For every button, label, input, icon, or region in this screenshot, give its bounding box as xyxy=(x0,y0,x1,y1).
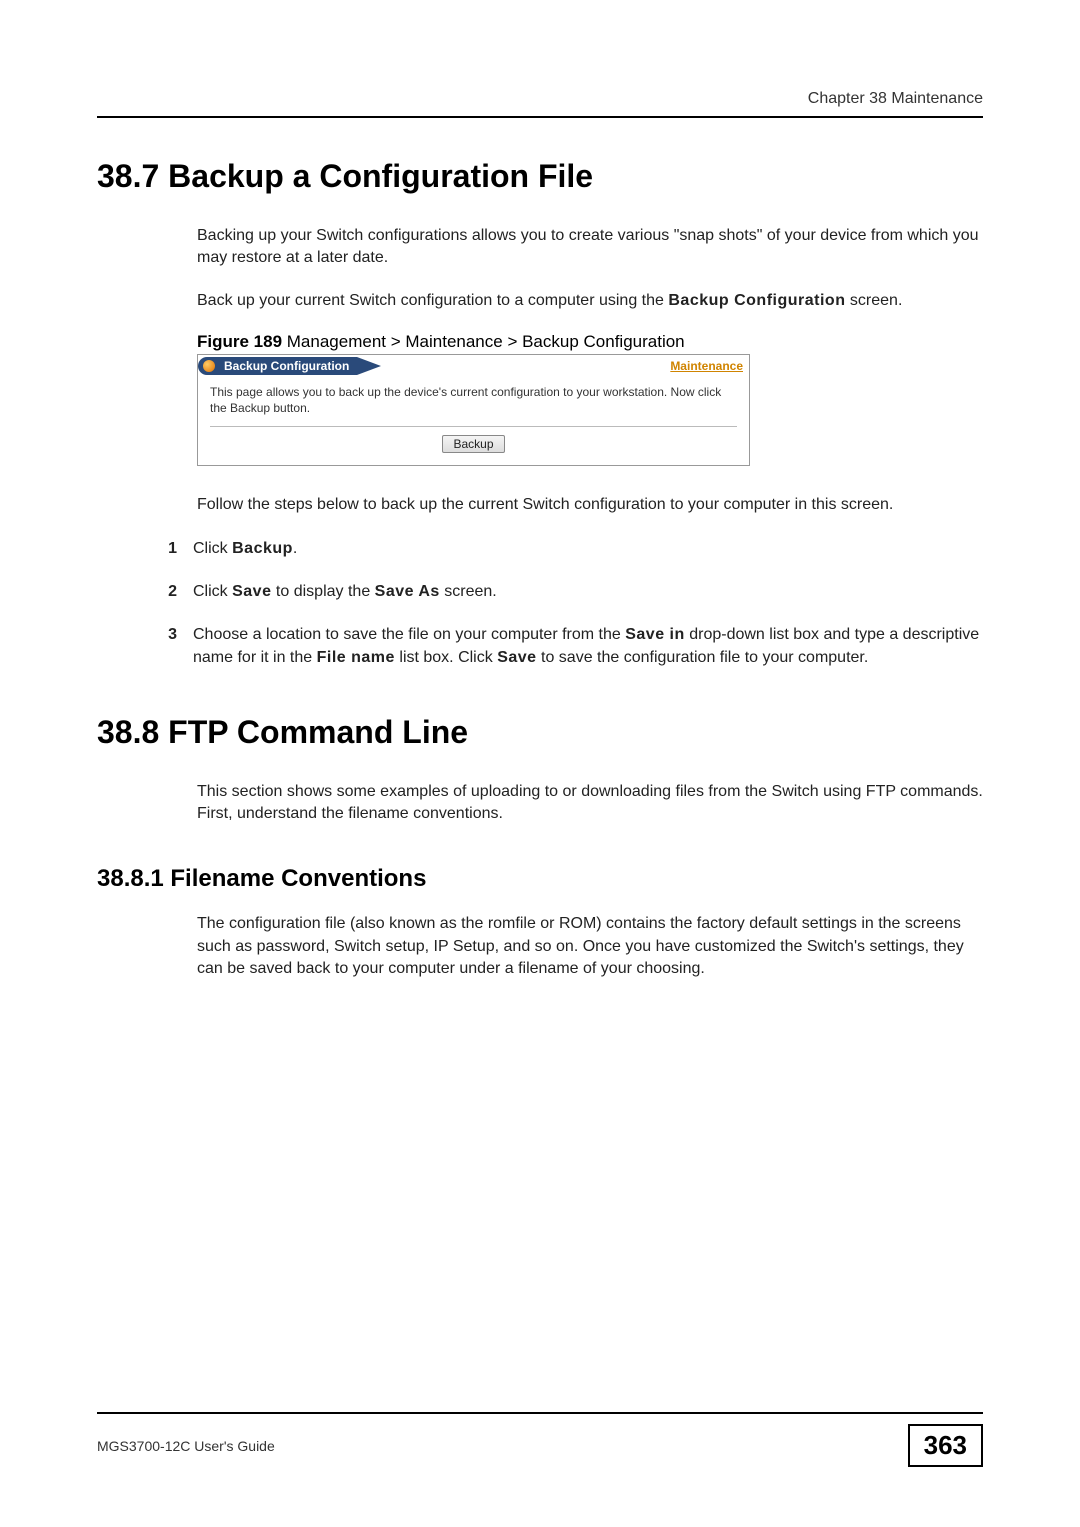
step-1: 1 Click Backup. xyxy=(197,537,983,560)
section-heading-38-7: 38.7 Backup a Configuration File xyxy=(97,158,983,195)
ui-term-backup-configuration: Backup Configuration xyxy=(668,292,845,309)
step-2: 2 Click Save to display the Save As scre… xyxy=(197,580,983,603)
maintenance-link[interactable]: Maintenance xyxy=(670,359,743,373)
footer-rule xyxy=(97,1412,983,1414)
subsection-heading-38-8-1: 38.8.1 Filename Conventions xyxy=(97,865,983,893)
ui-term-backup: Backup xyxy=(232,540,293,557)
step-text: Click Backup. xyxy=(193,537,297,560)
text: screen. xyxy=(440,583,497,600)
header-rule xyxy=(97,116,983,118)
text: to display the xyxy=(271,583,374,600)
backup-button[interactable]: Backup xyxy=(442,435,504,453)
ui-term-save: Save xyxy=(232,583,271,600)
numbered-steps: 1 Click Backup. 2 Click Save to display … xyxy=(197,537,983,670)
ui-term-save-as: Save As xyxy=(375,583,440,600)
screenshot-body: This page allows you to back up the devi… xyxy=(198,375,749,465)
backup-button-row: Backup xyxy=(210,435,737,453)
text: . xyxy=(293,540,297,557)
ui-term-save2: Save xyxy=(497,649,536,666)
tab-title: Backup Configuration xyxy=(220,357,357,375)
text: to save the configuration file to your c… xyxy=(537,649,869,666)
tab-left-cap xyxy=(198,357,220,375)
step-number: 2 xyxy=(161,580,177,603)
text: list box. Click xyxy=(395,649,497,666)
text: Click xyxy=(193,583,232,600)
guide-name: MGS3700-12C User's Guide xyxy=(97,1438,275,1454)
tab-shape: Backup Configuration xyxy=(198,356,381,376)
para-38-8-1: This section shows some examples of uplo… xyxy=(197,781,983,826)
tab-right-cap xyxy=(357,357,381,375)
page-number: 363 xyxy=(908,1424,983,1467)
para-text: Back up your current Switch configuratio… xyxy=(197,292,668,309)
para-38-7-3: Follow the steps below to back up the cu… xyxy=(197,494,983,516)
tab-icon xyxy=(203,360,215,372)
step-3: 3 Choose a location to save the file on … xyxy=(197,623,983,669)
step-number: 1 xyxy=(161,537,177,560)
screenshot-header: Backup Configuration Maintenance xyxy=(198,355,749,375)
figure-label: Figure 189 xyxy=(197,332,282,351)
para-38-8-1-1: The configuration file (also known as th… xyxy=(197,913,983,980)
text: Choose a location to save the file on yo… xyxy=(193,626,625,643)
page-footer: MGS3700-12C User's Guide 363 xyxy=(97,1412,983,1467)
figure-caption-text: Management > Maintenance > Backup Config… xyxy=(282,332,685,351)
section-heading-38-8: 38.8 FTP Command Line xyxy=(97,714,983,751)
step-text: Choose a location to save the file on yo… xyxy=(193,623,983,669)
screenshot-divider xyxy=(210,426,737,427)
screenshot-backup-configuration: Backup Configuration Maintenance This pa… xyxy=(197,354,750,466)
ui-term-save-in: Save in xyxy=(625,626,685,643)
figure-caption: Figure 189 Management > Maintenance > Ba… xyxy=(197,332,983,352)
footer-row: MGS3700-12C User's Guide 363 xyxy=(97,1424,983,1467)
step-text: Click Save to display the Save As screen… xyxy=(193,580,497,603)
text: Click xyxy=(193,540,232,557)
chapter-header: Chapter 38 Maintenance xyxy=(97,90,983,108)
screenshot-description: This page allows you to back up the devi… xyxy=(210,385,737,416)
para-38-7-1: Backing up your Switch configurations al… xyxy=(197,225,983,270)
step-number: 3 xyxy=(161,623,177,669)
para-38-7-2: Back up your current Switch configuratio… xyxy=(197,290,983,312)
ui-term-file-name: File name xyxy=(317,649,395,666)
para-text: screen. xyxy=(845,292,902,309)
